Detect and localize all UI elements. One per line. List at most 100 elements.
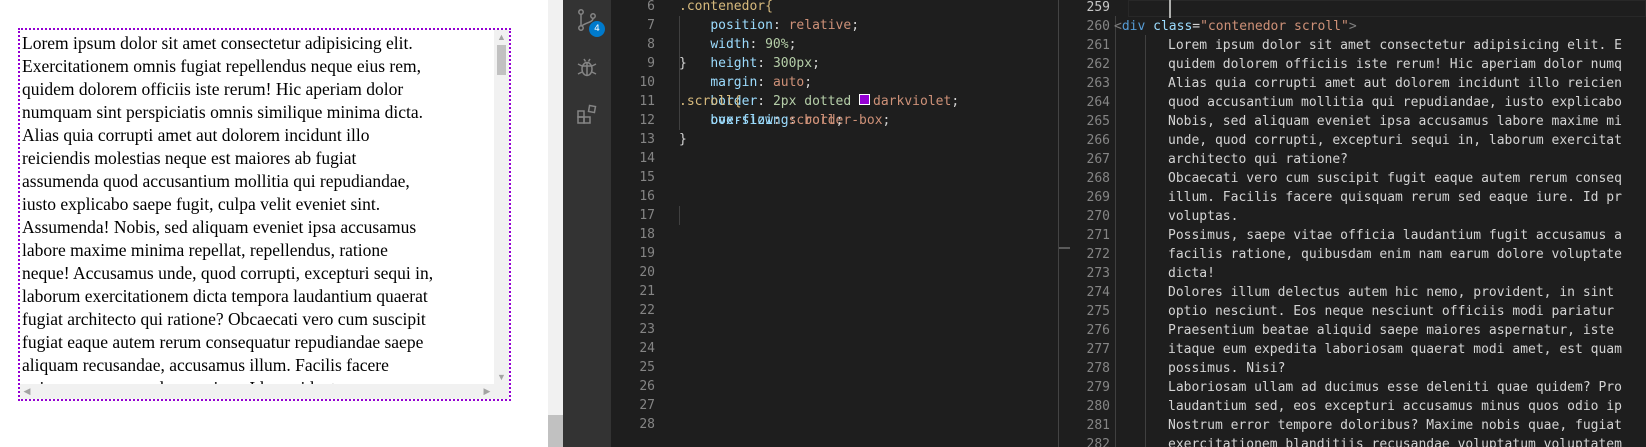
line-number: 267 [1086,152,1110,167]
code-line: laudantium sed, eos excepturi accusamus … [1168,399,1622,414]
line-number: 7 [647,18,655,33]
code-line: Laboriosam ullam ad ducimus esse delenit… [1168,380,1622,395]
line-number: 6 [647,0,655,14]
line-number: 18 [639,227,655,242]
code-line: Nostrum error tempore doloribus? Maxime … [1168,418,1622,433]
line-number: 9 [647,56,655,71]
browser-preview: Lorem ipsum dolor sit amet consectetur a… [0,0,563,447]
line-number: 279 [1086,380,1110,395]
scroll-left-arrow-icon[interactable]: ◀ [20,384,34,399]
page-scrollbar[interactable] [548,0,563,447]
line-number: 261 [1086,38,1110,53]
preview-text-line: labore maxime minima repellat, repellend… [22,240,388,260]
code-line: <div class="contenedor scroll"> [1114,19,1357,34]
preview-text-line: aliquam recusandae, accusamus illum. Fac… [22,355,389,375]
line-number: 268 [1086,171,1110,186]
current-line-highlight [1128,0,1646,17]
horizontal-scrollbar[interactable]: ◀ ▶ [20,384,494,399]
code-line: illum. Facilis facere quisquam rerum sed… [1168,190,1622,205]
scroll-container[interactable]: Lorem ipsum dolor sit amet consectetur a… [18,28,511,401]
debug-icon[interactable] [575,55,599,79]
line-number: 280 [1086,399,1110,414]
line-number: 274 [1086,285,1110,300]
scroll-right-arrow-icon[interactable]: ▶ [480,384,494,399]
code-line: overflow: scroll; [710,113,844,128]
line-number: 275 [1086,304,1110,319]
page-scroll-thumb[interactable] [548,415,563,447]
code-line: facilis ratione, quibusdam enim nam earu… [1168,247,1622,262]
html-editor[interactable]: 259 260 261 262 263 264 265 266 267 268 269 270 271 2… [1070,0,1646,447]
preview-text-line: Exercitationem omnis fugiat repellendus … [22,56,421,76]
line-number: 11 [639,94,655,109]
line-number: 278 [1086,361,1110,376]
code-line: possimus. Nisi? [1168,361,1286,376]
preview-text-line: iusto explicabo saepe fugit, culpa velit… [22,194,381,214]
color-swatch[interactable] [859,94,871,105]
code-line: dicta! [1168,266,1215,281]
line-number: 266 [1086,133,1110,148]
line-number: 21 [639,284,655,299]
line-number: 12 [639,113,655,128]
line-number: 260 [1086,19,1110,34]
indent-guide [679,206,680,225]
line-number: 277 [1086,342,1110,357]
code-line: position: relative; [710,18,860,33]
scroll-content: Lorem ipsum dolor sit amet consectetur a… [22,32,495,399]
preview-text-line: reiciendis molestias neque est maiores a… [22,148,357,168]
indent-guide [1115,16,1116,447]
code-line: Obcaecati vero cum suscipit fugit eaque … [1168,171,1622,186]
line-number: 23 [639,322,655,337]
line-number: 270 [1086,209,1110,224]
code-line: Possimus, saepe vitae officia laudantium… [1168,228,1622,243]
line-number: 19 [639,246,655,261]
line-numbers: 6 7 8 9 10 11 12 13 14 15 16 17 18 19 20 21 22 23 24 25 26 27… [611,0,655,434]
line-number: 22 [639,303,655,318]
text-cursor [1169,0,1171,18]
line-number: 269 [1086,190,1110,205]
css-editor[interactable]: 6 7 8 9 10 11 12 13 14 15 16 17 18 19 20 21 22 23 24 25 26 27… [611,0,1058,447]
line-number: 263 [1086,76,1110,91]
preview-text-line: Assumenda! Nobis, sed aliquam eveniet ip… [22,217,417,237]
line-number: 26 [639,379,655,394]
line-numbers: 259 260 261 262 263 264 265 266 267 268 269 270 271 2… [1070,0,1110,447]
preview-text-line: neque! Accusamus unde, quod corrupti, ex… [22,263,434,283]
line-number: 27 [639,398,655,413]
code-line: voluptas. [1168,209,1239,224]
code-line: optio nesciunt. Eos neque nesciunt offic… [1168,304,1615,319]
line-number: 8 [647,37,655,52]
line-number: 282 [1086,437,1110,447]
preview-text-line: fugiat architecto qui ratione? Obcaecati… [22,309,426,329]
code-line: Lorem ipsum dolor sit amet consectetur a… [1168,38,1622,53]
scroll-up-arrow-icon[interactable]: ▲ [494,30,509,44]
extensions-icon[interactable] [575,103,599,127]
code-line: } [679,132,687,147]
line-number: 13 [639,132,655,147]
activity-bar: 4 [563,0,611,447]
vertical-scrollbar[interactable]: ▲ ▼ [494,30,509,384]
scroll-down-arrow-icon[interactable]: ▼ [494,370,509,384]
line-number: 281 [1086,418,1110,433]
line-number: 17 [639,208,655,223]
line-number: 262 [1086,57,1110,72]
vertical-scroll-thumb[interactable] [497,45,506,75]
preview-text-line: quidem dolorem officiis iste rerum! Hic … [22,79,404,99]
preview-text-line: numquam sint perspiciatis omnis similiqu… [22,102,423,122]
editor-split-divider[interactable] [1058,0,1070,447]
code-line: Praesentium beatae aliquid saepe maiores… [1168,323,1615,338]
line-number: 24 [639,341,655,356]
line-number: 273 [1086,266,1110,281]
overview-ruler-mark [1059,247,1070,249]
line-number: 259 [1086,0,1110,15]
line-number: 28 [639,417,655,432]
code-line: itaque eum expedita laboriosam quaerat m… [1168,342,1622,357]
preview-text-line: Alias quia corrupti amet aut dolorem inc… [22,125,370,145]
preview-text-line: Lorem ipsum dolor sit amet consectetur a… [22,33,413,53]
line-number: 20 [639,265,655,280]
line-number: 264 [1086,95,1110,110]
preview-text-line: assumenda quod accusantium mollitia qui … [22,171,410,191]
preview-text-line: fugiat eaque autem rerum consequatur rep… [22,332,424,352]
line-number: 10 [639,75,655,90]
source-control-badge: 4 [589,21,605,37]
line-number: 15 [639,170,655,185]
code-line: Nobis, sed aliquam eveniet ipsa accusamu… [1168,114,1622,129]
